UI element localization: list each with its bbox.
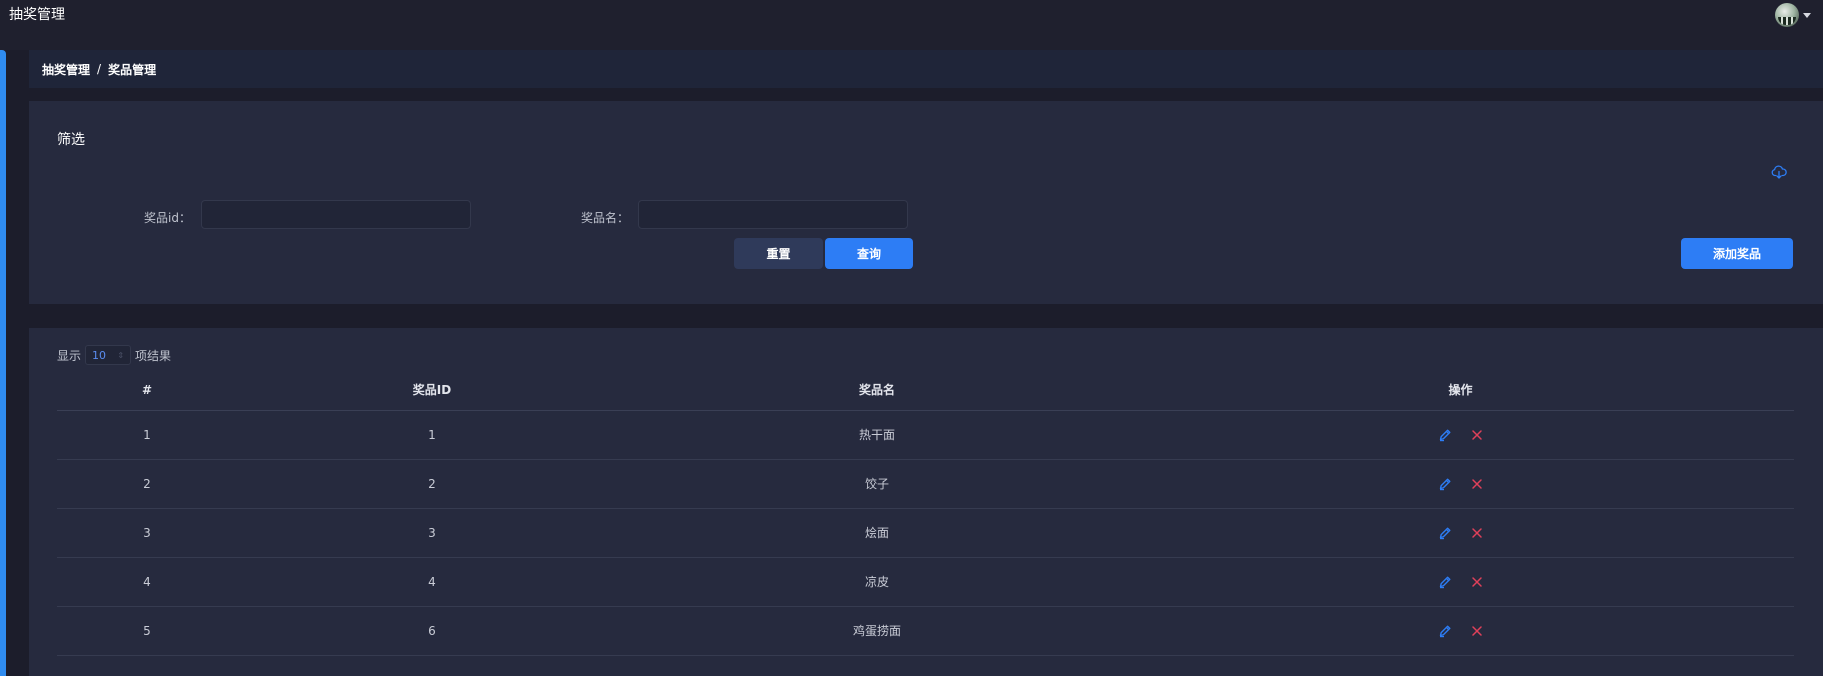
breadcrumb-parent[interactable]: 抽奖管理 [42, 61, 90, 78]
table-row: 1 1 热干面 [57, 410, 1794, 460]
breadcrumb-current: 奖品管理 [108, 62, 157, 77]
table-row: 3 3 烩面 [57, 508, 1794, 558]
user-menu[interactable] [1775, 2, 1811, 28]
row-actions [1127, 410, 1794, 460]
reset-button[interactable]: 重置 [734, 238, 823, 269]
page-size-select[interactable]: 10 ⇕ [85, 345, 132, 365]
close-icon[interactable] [1470, 575, 1484, 589]
row-index: 5 [57, 606, 237, 656]
row-actions [1127, 459, 1794, 509]
spinner-arrows-icon[interactable]: ⇕ [117, 351, 124, 360]
prize-table: # 奖品ID 奖品名 操作 1 1 热干面 2 2 饺子 3 3 烩面 4 4 凉皮 5 6 鸡蛋捞面 [57, 370, 1794, 656]
prize-name-input[interactable] [638, 200, 908, 229]
row-prize-name: 烩面 [627, 508, 1127, 558]
column-header-actions: 操作 [1127, 370, 1794, 411]
row-prize-name: 饺子 [627, 459, 1127, 509]
row-prize-id: 1 [237, 410, 627, 460]
prize-id-input[interactable] [201, 200, 471, 229]
row-actions [1127, 557, 1794, 607]
add-prize-button[interactable]: 添加奖品 [1681, 238, 1793, 269]
row-prize-id: 4 [237, 557, 627, 607]
row-index: 4 [57, 557, 237, 607]
close-icon[interactable] [1470, 428, 1484, 442]
close-icon[interactable] [1470, 526, 1484, 540]
column-header-prize-id[interactable]: 奖品ID [237, 370, 627, 411]
row-prize-id: 3 [237, 508, 627, 558]
row-index: 1 [57, 410, 237, 460]
breadcrumb-separator: / [97, 62, 102, 76]
row-prize-name: 鸡蛋捞面 [627, 606, 1127, 656]
row-prize-name: 热干面 [627, 410, 1127, 460]
breadcrumb: 抽奖管理 / 奖品管理 [29, 50, 1823, 88]
result-label: 项结果 [135, 348, 172, 363]
table-row: 5 6 鸡蛋捞面 [57, 606, 1794, 656]
pencil-icon[interactable] [1438, 477, 1452, 491]
page-size-value: 10 [92, 348, 107, 362]
row-prize-name: 凉皮 [627, 557, 1127, 607]
page-size-control: 显示 10 ⇕ 项结果 [57, 345, 171, 365]
filter-title: 筛选 [57, 132, 85, 148]
pencil-icon[interactable] [1438, 428, 1452, 442]
row-prize-id: 6 [237, 606, 627, 656]
pencil-icon[interactable] [1438, 526, 1452, 540]
cloud-download-icon[interactable] [1771, 164, 1787, 180]
top-navbar: 抽奖管理 [0, 0, 1823, 50]
app-title: 抽奖管理 [9, 7, 65, 23]
close-icon[interactable] [1470, 477, 1484, 491]
table-row: 2 2 饺子 [57, 459, 1794, 509]
row-index: 3 [57, 508, 237, 558]
row-index: 2 [57, 459, 237, 509]
prize-table-panel: 显示 10 ⇕ 项结果 # 奖品ID 奖品名 操作 1 1 热干面 2 2 饺子 3 3 烩面 4… [29, 328, 1823, 676]
row-prize-id: 2 [237, 459, 627, 509]
prize-id-label: 奖品id： [144, 211, 191, 225]
pencil-icon[interactable] [1438, 624, 1452, 638]
row-actions [1127, 508, 1794, 558]
close-icon[interactable] [1470, 624, 1484, 638]
prize-name-label: 奖品名： [581, 211, 630, 225]
chevron-down-icon[interactable] [1803, 12, 1811, 18]
column-header-prize-name[interactable]: 奖品名 [627, 370, 1127, 411]
query-button[interactable]: 查询 [825, 238, 913, 269]
row-actions [1127, 606, 1794, 656]
show-label: 显示 [57, 348, 82, 363]
filter-panel: 筛选 奖品id： 奖品名： 重置 查询 添加奖品 [29, 101, 1823, 304]
avatar[interactable] [1775, 3, 1799, 27]
table-header-row: # 奖品ID 奖品名 操作 [57, 370, 1794, 411]
pencil-icon[interactable] [1438, 575, 1452, 589]
table-row: 4 4 凉皮 [57, 557, 1794, 607]
column-header-index[interactable]: # [57, 370, 237, 411]
sidebar-accent-bar [0, 50, 6, 676]
